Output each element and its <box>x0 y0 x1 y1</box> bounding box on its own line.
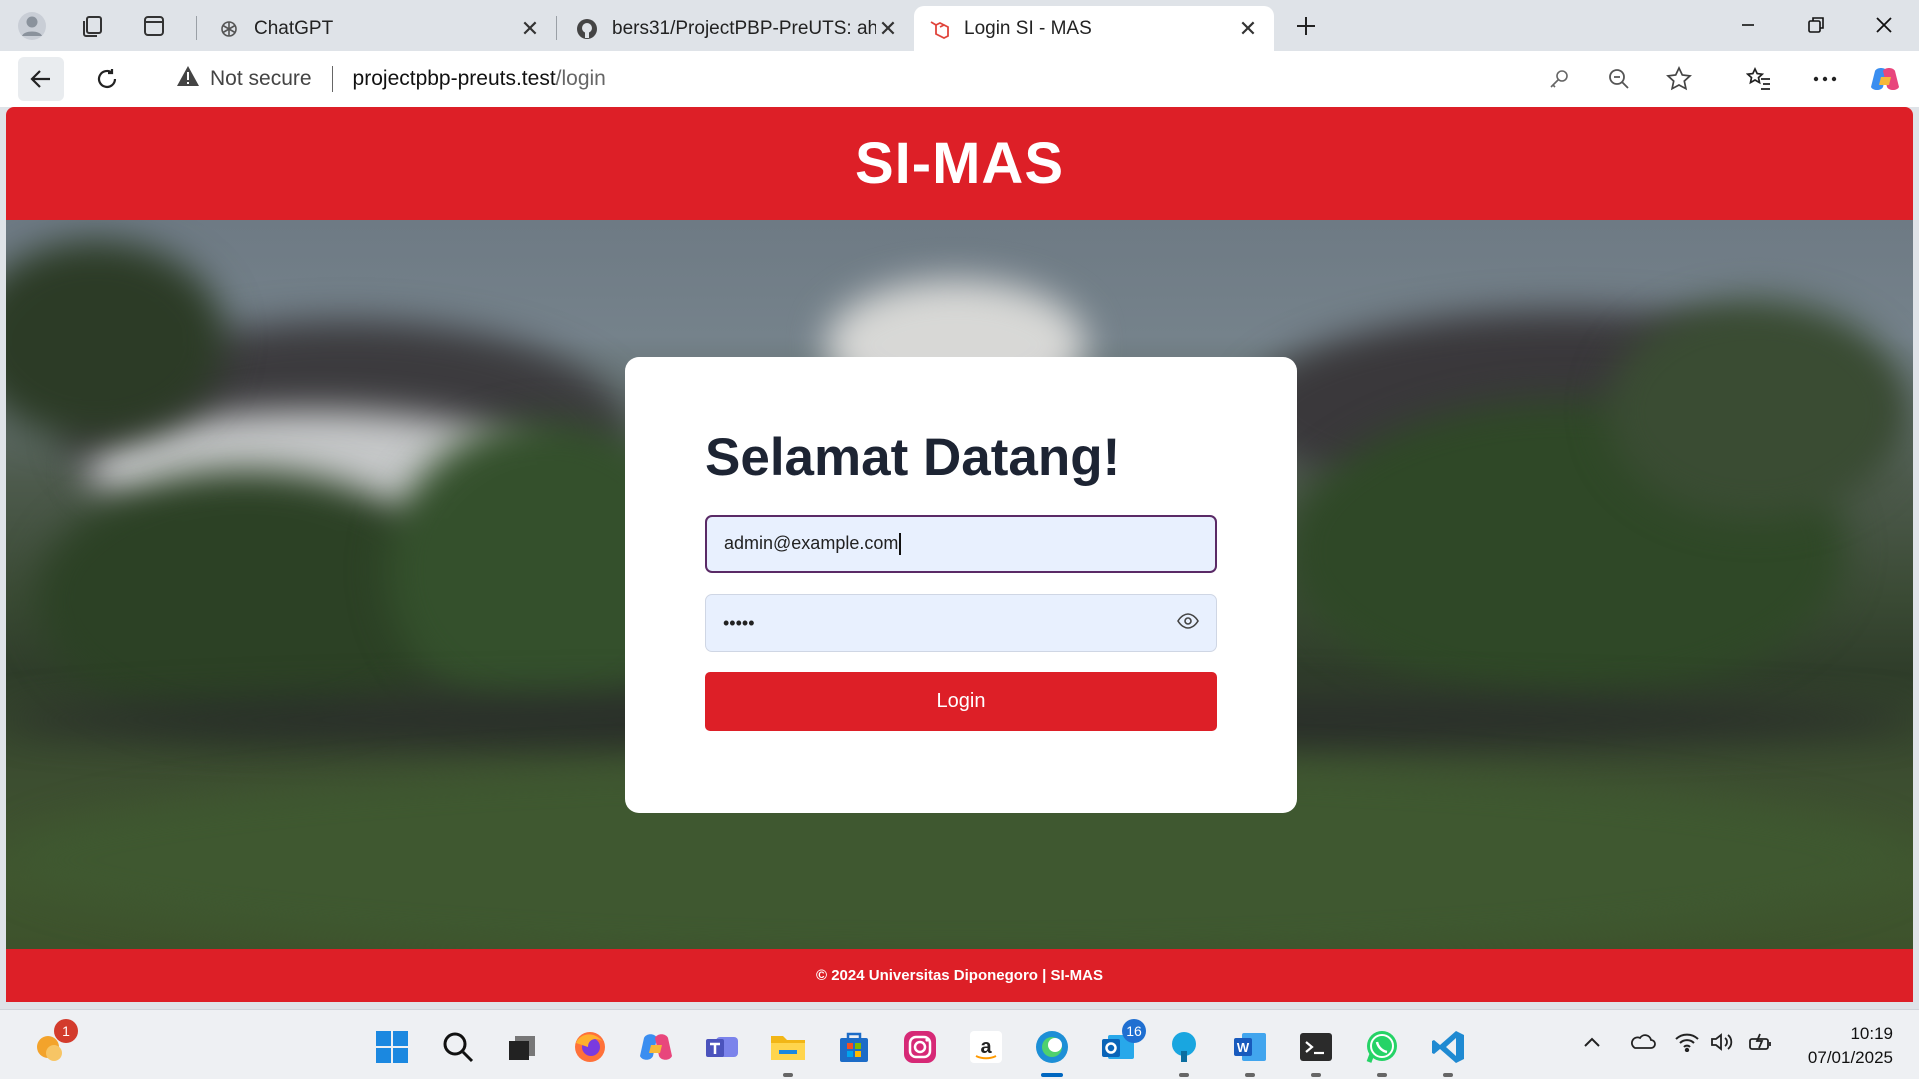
copilot-tree-icon[interactable] <box>1162 1025 1206 1077</box>
favorite-star-icon[interactable] <box>1656 57 1702 101</box>
web-page: SI-MAS Selamat Datang! admin@example.com… <box>6 107 1913 1002</box>
new-tab-icon[interactable] <box>1288 8 1324 44</box>
show-hidden-icons-chevron-icon[interactable] <box>1582 1032 1602 1055</box>
windows-start-icon[interactable] <box>370 1025 414 1069</box>
file-explorer-icon[interactable] <box>766 1025 810 1077</box>
instagram-icon[interactable] <box>898 1025 942 1069</box>
chatgpt-icon <box>218 18 240 40</box>
system-clock[interactable]: 10:19 07/01/2025 <box>1808 1022 1893 1070</box>
more-menu-icon[interactable] <box>1802 57 1848 101</box>
clock-time: 10:19 <box>1850 1024 1893 1043</box>
running-indicator <box>1377 1073 1387 1077</box>
reveal-password-eye-icon[interactable] <box>1177 612 1199 634</box>
terminal-icon[interactable] <box>1294 1025 1338 1077</box>
wifi-icon[interactable] <box>1674 1032 1700 1058</box>
outlook-mail-icon[interactable]: 16 <box>1096 1019 1146 1069</box>
windows-taskbar: 1 a 16 W 10:19 07/01/2025 <box>0 1009 1919 1079</box>
teams-icon[interactable] <box>700 1025 744 1069</box>
workspaces-icon[interactable] <box>74 8 110 44</box>
tab-title: bers31/ProjectPBP-PreUTS: ahihi <box>612 17 876 39</box>
email-input[interactable]: admin@example.com <box>705 515 1217 573</box>
minimize-icon[interactable] <box>1718 4 1778 46</box>
site-footer: © 2024 Universitas Diponegoro | SI-MAS <box>6 949 1913 1002</box>
tab-github[interactable]: bers31/ProjectPBP-PreUTS: ahihi ✕ <box>562 6 914 51</box>
zoom-out-icon[interactable] <box>1596 57 1642 101</box>
svg-text:W: W <box>1237 1040 1250 1055</box>
site-header: SI-MAS <box>6 107 1913 220</box>
running-indicator <box>1443 1073 1453 1077</box>
welcome-heading: Selamat Datang! <box>705 428 1121 487</box>
copilot-icon[interactable] <box>1862 57 1908 101</box>
profile-avatar-icon[interactable] <box>14 8 50 44</box>
firefox-icon[interactable] <box>568 1025 612 1069</box>
url-path: /login <box>555 67 606 90</box>
close-window-icon[interactable] <box>1854 4 1914 46</box>
close-tab-icon[interactable]: ✕ <box>1236 16 1260 42</box>
tab-separator <box>556 16 557 40</box>
running-indicator <box>1179 1073 1189 1077</box>
search-icon[interactable] <box>436 1025 480 1069</box>
copilot-app-icon[interactable] <box>634 1025 678 1069</box>
active-indicator <box>1041 1073 1063 1077</box>
onedrive-cloud-icon[interactable] <box>1628 1032 1656 1056</box>
weather-badge: 1 <box>54 1019 78 1043</box>
warning-icon[interactable] <box>176 65 200 93</box>
github-icon <box>576 18 598 40</box>
tab-chatgpt[interactable]: ChatGPT ✕ <box>204 6 556 51</box>
login-button[interactable]: Login <box>705 672 1217 731</box>
edge-icon[interactable] <box>1030 1025 1074 1077</box>
login-card: Selamat Datang! admin@example.com ••••• … <box>625 357 1297 813</box>
password-input[interactable]: ••••• <box>705 594 1217 652</box>
vscode-icon[interactable] <box>1426 1025 1470 1077</box>
battery-charging-icon[interactable] <box>1748 1032 1774 1060</box>
browser-tab-strip: ChatGPT ✕ bers31/ProjectPBP-PreUTS: ahih… <box>0 0 1919 51</box>
security-label[interactable]: Not secure <box>210 67 312 91</box>
refresh-button[interactable] <box>84 57 130 101</box>
task-view-icon[interactable] <box>500 1025 544 1069</box>
close-tab-icon[interactable]: ✕ <box>876 16 900 42</box>
address-bar[interactable]: Not secure projectpbp-preuts.test/login <box>150 57 1712 101</box>
tab-title: ChatGPT <box>254 17 334 39</box>
restore-icon[interactable] <box>1786 4 1846 46</box>
svg-text:a: a <box>980 1036 992 1058</box>
whatsapp-icon[interactable] <box>1360 1025 1404 1077</box>
clock-date: 07/01/2025 <box>1807 1048 1893 1067</box>
running-indicator <box>783 1073 793 1077</box>
weather-widget-icon[interactable]: 1 <box>28 1019 78 1069</box>
volume-icon[interactable] <box>1710 1032 1734 1058</box>
close-tab-icon[interactable]: ✕ <box>518 16 542 42</box>
running-indicator <box>1311 1073 1321 1077</box>
amazon-icon[interactable]: a <box>964 1025 1008 1069</box>
back-button[interactable] <box>18 57 64 101</box>
text-caret <box>899 533 902 556</box>
tab-title: Login SI - MAS <box>964 17 1092 39</box>
browser-toolbar: Not secure projectpbp-preuts.test/login <box>0 51 1919 107</box>
password-key-icon[interactable] <box>1536 57 1582 101</box>
tab-login-simas[interactable]: Login SI - MAS ✕ <box>914 6 1274 51</box>
email-value: admin@example.com <box>724 533 1198 556</box>
microsoft-store-icon[interactable] <box>832 1025 876 1069</box>
tab-actions-icon[interactable] <box>136 8 172 44</box>
laravel-icon <box>928 18 950 40</box>
url-host: projectpbp-preuts.test <box>352 67 556 90</box>
password-value: ••••• <box>723 612 755 633</box>
word-icon[interactable]: W <box>1228 1025 1272 1077</box>
tab-separator <box>196 16 197 40</box>
address-divider <box>331 66 333 92</box>
mail-badge: 16 <box>1122 1019 1146 1043</box>
favorites-list-icon[interactable] <box>1736 57 1782 101</box>
site-title: SI-MAS <box>855 131 1064 196</box>
running-indicator <box>1245 1073 1255 1077</box>
